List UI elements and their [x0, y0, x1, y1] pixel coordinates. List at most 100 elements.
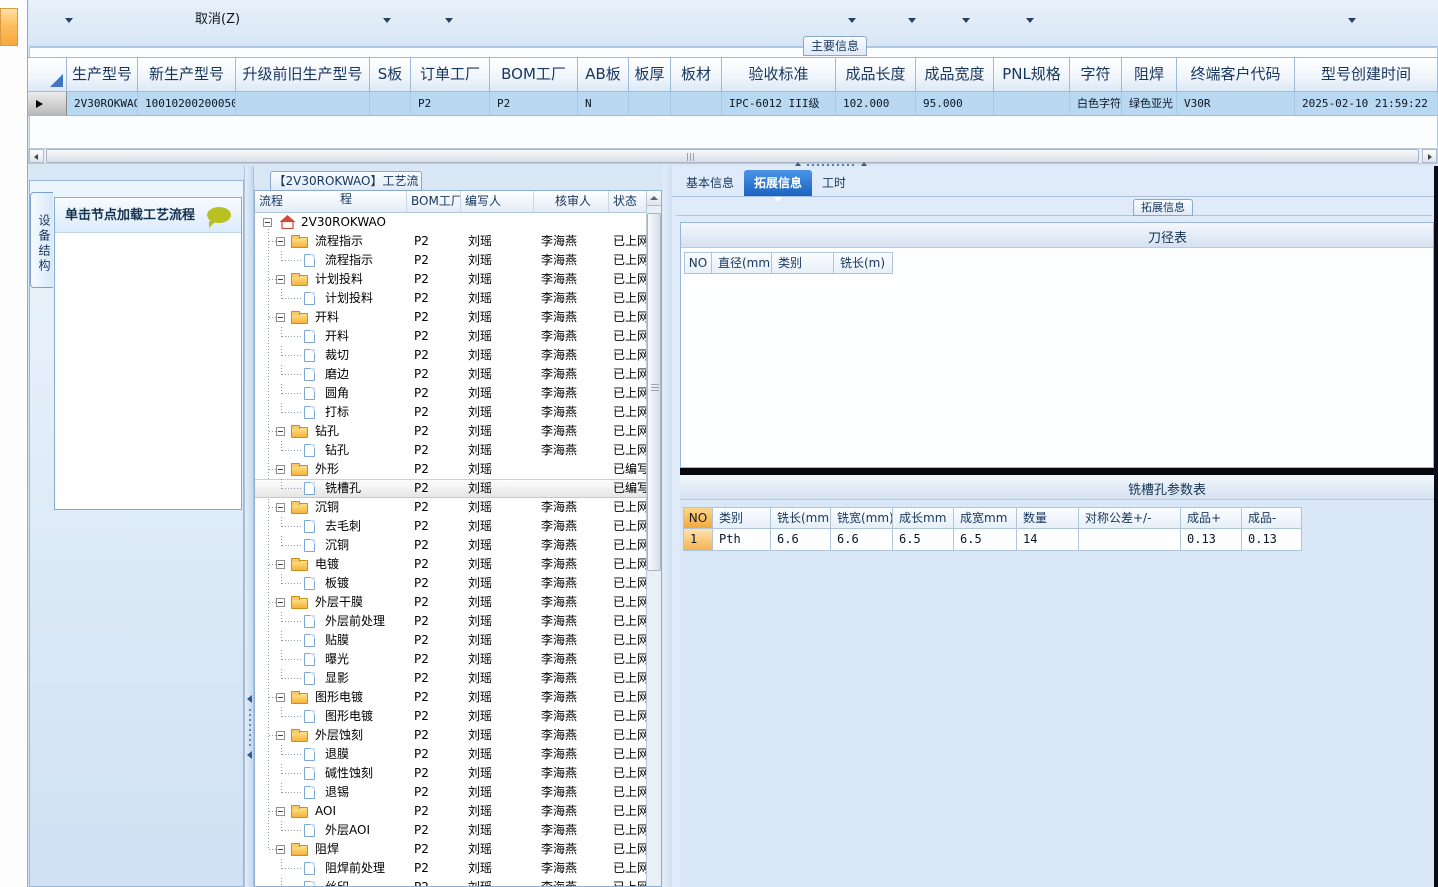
- expand-collapse-icon[interactable]: [263, 218, 272, 227]
- row-selector-cell[interactable]: [28, 92, 67, 116]
- knife-column-header[interactable]: NO: [684, 252, 712, 274]
- tree-row[interactable]: 计划投料 P2 刘瑶 李海燕 已上网: [255, 270, 647, 289]
- tab-extended-info[interactable]: 拓展信息: [744, 170, 813, 202]
- tree-column-header[interactable]: 核审人: [534, 191, 609, 212]
- expand-collapse-icon[interactable]: [276, 275, 285, 284]
- section-divider[interactable]: [680, 468, 1438, 475]
- column-header[interactable]: BOM工厂: [490, 57, 578, 92]
- expand-collapse-icon[interactable]: [276, 313, 285, 322]
- tree-row[interactable]: 沉铜 P2 刘瑶 李海燕 已上网: [255, 536, 647, 555]
- expand-collapse-icon[interactable]: [276, 598, 285, 607]
- column-header[interactable]: 字符: [1070, 57, 1122, 92]
- scroll-right-button[interactable]: [1422, 149, 1437, 163]
- column-header[interactable]: 升级前旧生产型号: [236, 57, 370, 92]
- tree-row[interactable]: 图形电镀 P2 刘瑶 李海燕 已上网: [255, 707, 647, 726]
- expand-collapse-icon[interactable]: [276, 465, 285, 474]
- tree-row[interactable]: 丝印 P2 刘瑶 李海燕 已上网: [255, 878, 647, 886]
- tree-row[interactable]: 磨边 P2 刘瑶 李海燕 已上网: [255, 365, 647, 384]
- column-header[interactable]: 板厚: [629, 57, 671, 92]
- column-header[interactable]: 阻焊: [1122, 57, 1177, 92]
- expand-collapse-icon[interactable]: [276, 845, 285, 854]
- expand-collapse-icon[interactable]: [276, 731, 285, 740]
- tree-row[interactable]: AOI P2 刘瑶 李海燕 已上网: [255, 802, 647, 821]
- slot-column-header[interactable]: 类别: [713, 507, 771, 529]
- knife-column-header[interactable]: 类别: [772, 252, 834, 274]
- tree-row[interactable]: 碱性蚀刻 P2 刘瑶 李海燕 已上网: [255, 764, 647, 783]
- scrollbar-thumb[interactable]: [46, 149, 1419, 163]
- tree-row[interactable]: 裁切 P2 刘瑶 李海燕 已上网: [255, 346, 647, 365]
- tree-row[interactable]: 图形电镀 P2 刘瑶 李海燕 已上网: [255, 688, 647, 707]
- panel-collapse-handle[interactable]: [795, 160, 867, 169]
- slot-column-header[interactable]: NO: [683, 507, 713, 529]
- tree-column-header[interactable]: BOM工厂: [407, 191, 461, 212]
- slot-column-header[interactable]: 成宽mm: [954, 507, 1017, 529]
- column-header[interactable]: 订单工厂: [411, 57, 490, 92]
- tree-column-header[interactable]: 流程: [255, 191, 407, 212]
- tree-row[interactable]: 流程指示 P2 刘瑶 李海燕 已上网: [255, 251, 647, 270]
- knife-column-header[interactable]: 铣长(m): [834, 252, 893, 274]
- tree-row[interactable]: 计划投料 P2 刘瑶 李海燕 已上网: [255, 289, 647, 308]
- tree-row[interactable]: 外层干膜 P2 刘瑶 李海燕 已上网: [255, 593, 647, 612]
- column-header[interactable]: PNL规格: [994, 57, 1070, 92]
- tree-column-header[interactable]: 编写人: [461, 191, 534, 212]
- tree-row[interactable]: 电镀 P2 刘瑶 李海燕 已上网: [255, 555, 647, 574]
- expand-collapse-icon[interactable]: [276, 560, 285, 569]
- expand-collapse-icon[interactable]: [276, 693, 285, 702]
- slot-column-header[interactable]: 成长mm: [893, 507, 954, 529]
- tree-vertical-scrollbar[interactable]: [646, 191, 661, 886]
- process-flow-tab[interactable]: 【2V30ROKWAO】工艺流程: [270, 171, 422, 206]
- slot-column-header[interactable]: 铣宽(mm): [831, 507, 893, 529]
- expand-collapse-icon[interactable]: [276, 427, 285, 436]
- knife-column-header[interactable]: 直径(mm): [712, 252, 772, 274]
- column-header[interactable]: 成品长度: [836, 57, 916, 92]
- dropdown-arrow-icon[interactable]: [908, 18, 916, 23]
- column-header[interactable]: S板: [370, 57, 411, 92]
- expand-collapse-icon[interactable]: [276, 237, 285, 246]
- tree-row[interactable]: 钻孔 P2 刘瑶 李海燕 已上网: [255, 422, 647, 441]
- tree-row[interactable]: 阻焊前处理 P2 刘瑶 李海燕 已上网: [255, 859, 647, 878]
- dropdown-arrow-icon[interactable]: [962, 18, 970, 23]
- tree-row[interactable]: 2V30ROKWAO: [255, 213, 647, 232]
- left-splitter[interactable]: [244, 166, 254, 887]
- collapse-left-icon[interactable]: [247, 751, 252, 759]
- dropdown-arrow-icon[interactable]: [65, 18, 73, 23]
- scroll-up-button[interactable]: [647, 191, 661, 206]
- tree-row[interactable]: 外形 P2 刘瑶 已编写: [255, 460, 647, 479]
- scroll-left-button[interactable]: [29, 149, 44, 163]
- tab-basic-info[interactable]: 基本信息: [676, 170, 744, 196]
- tree-row[interactable]: 打标 P2 刘瑶 李海燕 已上网: [255, 403, 647, 422]
- slot-column-header[interactable]: 成品-: [1242, 507, 1302, 529]
- tree-row[interactable]: 外层AOI P2 刘瑶 李海燕 已上网: [255, 821, 647, 840]
- dropdown-arrow-icon[interactable]: [848, 18, 856, 23]
- slot-table-data-row[interactable]: 1 Pth 6.6 6.6 6.5 6.5 14 0.13 0.13: [683, 529, 1302, 551]
- tree-row[interactable]: 开料 P2 刘瑶 李海燕 已上网: [255, 327, 647, 346]
- expand-collapse-icon[interactable]: [276, 807, 285, 816]
- main-table-data-row[interactable]: 2V30ROKWAO 10010200200050 P2 P2 N IPC-6012 II…: [28, 92, 1438, 116]
- column-header[interactable]: AB板: [578, 57, 629, 92]
- tree-row[interactable]: 钻孔 P2 刘瑶 李海燕 已上网: [255, 441, 647, 460]
- dropdown-arrow-icon[interactable]: [1026, 18, 1034, 23]
- slot-column-header[interactable]: 铣长(mm): [771, 507, 831, 529]
- tree-row[interactable]: 开料 P2 刘瑶 李海燕 已上网: [255, 308, 647, 327]
- column-header[interactable]: 成品宽度: [916, 57, 994, 92]
- slot-column-header[interactable]: 成品+: [1181, 507, 1242, 529]
- column-header[interactable]: 板材: [671, 57, 722, 92]
- column-header[interactable]: 生产型号: [67, 57, 138, 92]
- dropdown-arrow-icon[interactable]: [1348, 18, 1356, 23]
- tree-row[interactable]: 外层前处理 P2 刘瑶 李海燕 已上网: [255, 612, 647, 631]
- column-header[interactable]: 新生产型号: [138, 57, 236, 92]
- tree-row[interactable]: 阻焊 P2 刘瑶 李海燕 已上网: [255, 840, 647, 859]
- horizontal-scrollbar[interactable]: [28, 148, 1438, 164]
- tree-row[interactable]: 显影 P2 刘瑶 李海燕 已上网: [255, 669, 647, 688]
- tree-row[interactable]: 去毛刺 P2 刘瑶 李海燕 已上网: [255, 517, 647, 536]
- tree-row[interactable]: 板镀 P2 刘瑶 李海燕 已上网: [255, 574, 647, 593]
- expand-collapse-icon[interactable]: [276, 503, 285, 512]
- tab-device-structure[interactable]: 设备结构: [30, 192, 53, 288]
- slot-column-header[interactable]: 对称公差+/-: [1079, 507, 1181, 529]
- column-header[interactable]: 终端客户代码: [1177, 57, 1295, 92]
- menu-item-cancel[interactable]: 取消(Z): [195, 8, 240, 27]
- tab-work-hours[interactable]: 工时: [812, 170, 856, 196]
- dropdown-arrow-icon[interactable]: [445, 18, 453, 23]
- tree-row[interactable]: 退锡 P2 刘瑶 李海燕 已上网: [255, 783, 647, 802]
- tree-row[interactable]: 铣槽孔 P2 刘瑶 已编写: [255, 479, 647, 498]
